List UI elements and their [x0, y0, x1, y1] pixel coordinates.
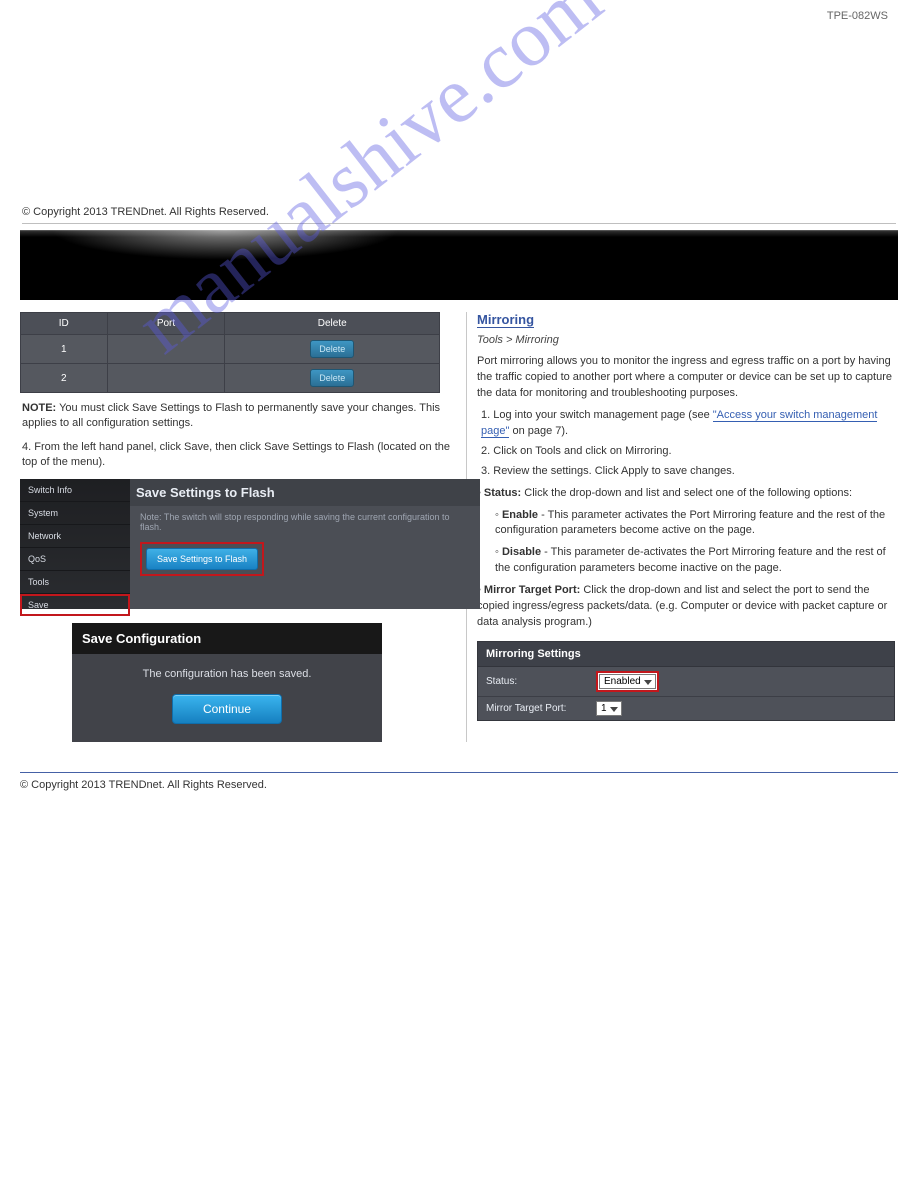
cell-port — [107, 335, 225, 364]
bullet-lead: Status: — [484, 487, 521, 499]
sidebar-item-qos[interactable]: QoS — [20, 548, 130, 571]
table-row: 2 Delete — [21, 364, 440, 393]
sc-message: The configuration has been saved. — [72, 654, 382, 694]
top-copyright: © Copyright 2013 TRENDnet. All Rights Re… — [22, 206, 269, 218]
bullet-text: - This parameter de-activates the Port M… — [495, 546, 886, 574]
step-text: Log into your switch management page (se… — [493, 409, 713, 421]
status-select[interactable]: Enabled — [599, 674, 656, 689]
bullet-status: • Status: Click the drop-down and list a… — [477, 486, 898, 502]
note-text: You must click Save Settings to Flash to… — [22, 402, 440, 429]
step-tail: on page 7). — [512, 425, 568, 437]
save-settings-panel: Switch Info System Network QoS Tools Sav… — [20, 479, 480, 609]
ssf-main: Save Settings to Flash Note: The switch … — [130, 479, 480, 609]
footer-copyright: © Copyright 2013 TRENDnet. All Rights Re… — [20, 779, 267, 791]
sidebar-item-save[interactable]: Save — [20, 594, 130, 616]
bullet-text: Click the drop-down and list and select … — [521, 487, 852, 499]
ssf-highlight-box: Save Settings to Flash — [140, 542, 264, 576]
bullet-disable: ◦ Disable - This parameter de-activates … — [495, 545, 898, 577]
delete-button[interactable]: Delete — [310, 340, 354, 358]
bullet-text: - This parameter activates the Port Mirr… — [495, 509, 885, 537]
cell-id: 1 — [21, 335, 108, 364]
continue-button[interactable]: Continue — [172, 694, 282, 724]
step-text: Click on Tools and click on Mirroring. — [493, 445, 671, 457]
col-port: Port — [107, 313, 225, 335]
step-num: 1. — [481, 409, 490, 421]
bullet-lead: Enable — [502, 509, 538, 521]
bullet-enable: ◦ Enable - This parameter activates the … — [495, 508, 898, 540]
bullet-lead: Disable — [502, 546, 541, 558]
breadcrumb: Tools > Mirroring — [477, 334, 898, 346]
side-nav: Switch Info System Network QoS Tools Sav… — [20, 479, 130, 609]
cell-id: 2 — [21, 364, 108, 393]
status-highlight-box: Enabled — [596, 671, 659, 692]
mir-row-port: Mirror Target Port: 1 — [478, 696, 894, 720]
bullet-lead: Mirror Target Port: — [484, 584, 580, 596]
step-1: 1. Log into your switch management page … — [481, 408, 898, 440]
mir-title: Mirroring Settings — [478, 642, 894, 667]
mir-row-status: Status: Enabled — [478, 667, 894, 696]
mir-port-label: Mirror Target Port: — [486, 703, 596, 714]
cell-delete: Delete — [225, 364, 440, 393]
mirroring-settings-panel: Mirroring Settings Status: Enabled Mirro… — [477, 641, 895, 721]
note-lead: NOTE: — [22, 402, 56, 414]
footer: © Copyright 2013 TRENDnet. All Rights Re… — [20, 772, 898, 791]
table-row: 1 Delete — [21, 335, 440, 364]
cell-port — [107, 364, 225, 393]
step-4: 4. From the left hand panel, click Save,… — [22, 440, 454, 471]
banner-glow — [50, 230, 400, 260]
target-port-select[interactable]: 1 — [596, 701, 622, 716]
sidebar-item-switchinfo[interactable]: Switch Info — [20, 479, 130, 502]
ssf-note: Note: The switch will stop responding wh… — [140, 512, 470, 532]
sidebar-item-system[interactable]: System — [20, 502, 130, 525]
banner — [20, 230, 898, 300]
sidebar-item-network[interactable]: Network — [20, 525, 130, 548]
cell-delete: Delete — [225, 335, 440, 364]
save-settings-button[interactable]: Save Settings to Flash — [146, 548, 258, 570]
save-confirmation: Save Configuration The configuration has… — [72, 623, 382, 742]
mirror-target-paragraph: • Mirror Target Port: Click the drop-dow… — [477, 583, 898, 631]
col-delete: Delete — [225, 313, 440, 335]
ports-table: ID Port Delete 1 Delete 2 — [20, 312, 440, 393]
col-id: ID — [21, 313, 108, 335]
sidebar-item-tools[interactable]: Tools — [20, 571, 130, 594]
section-heading: Mirroring — [477, 312, 534, 328]
step-2: 2. Click on Tools and click on Mirroring… — [481, 444, 898, 460]
mir-status-label: Status: — [486, 676, 596, 687]
step-3: 3. Review the settings. Click Apply to s… — [481, 464, 898, 480]
note-paragraph: NOTE: You must click Save Settings to Fl… — [22, 401, 454, 432]
mirroring-intro: Port mirroring allows you to monitor the… — [477, 354, 898, 402]
delete-button[interactable]: Delete — [310, 369, 354, 387]
step-num: 3. — [481, 465, 490, 477]
step-num: 2. — [481, 445, 490, 457]
ssf-title: Save Settings to Flash — [130, 479, 480, 506]
step-text: Review the settings. Click Apply to save… — [493, 465, 735, 477]
sc-title: Save Configuration — [72, 623, 382, 654]
